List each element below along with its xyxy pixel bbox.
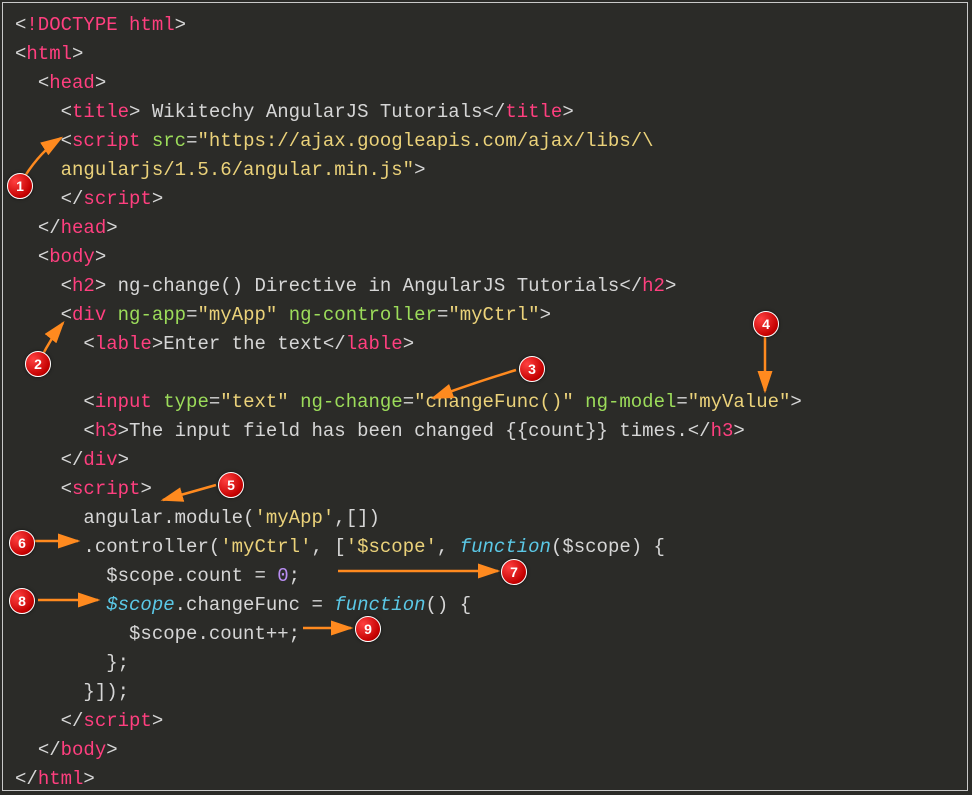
annotation-badge-6: 6	[9, 530, 35, 556]
code-block: <!DOCTYPE html> <html> <head> <title> Wi…	[3, 3, 967, 790]
annotation-badge-9: 9	[355, 616, 381, 642]
annotation-badge-8: 8	[9, 588, 35, 614]
annotation-badge-1: 1	[7, 173, 33, 199]
annotation-badge-4: 4	[753, 311, 779, 337]
annotation-badge-2: 2	[25, 351, 51, 377]
annotation-badge-3: 3	[519, 356, 545, 382]
annotation-badge-5: 5	[218, 472, 244, 498]
code-frame: <!DOCTYPE html> <html> <head> <title> Wi…	[2, 2, 968, 791]
annotation-badge-7: 7	[501, 559, 527, 585]
